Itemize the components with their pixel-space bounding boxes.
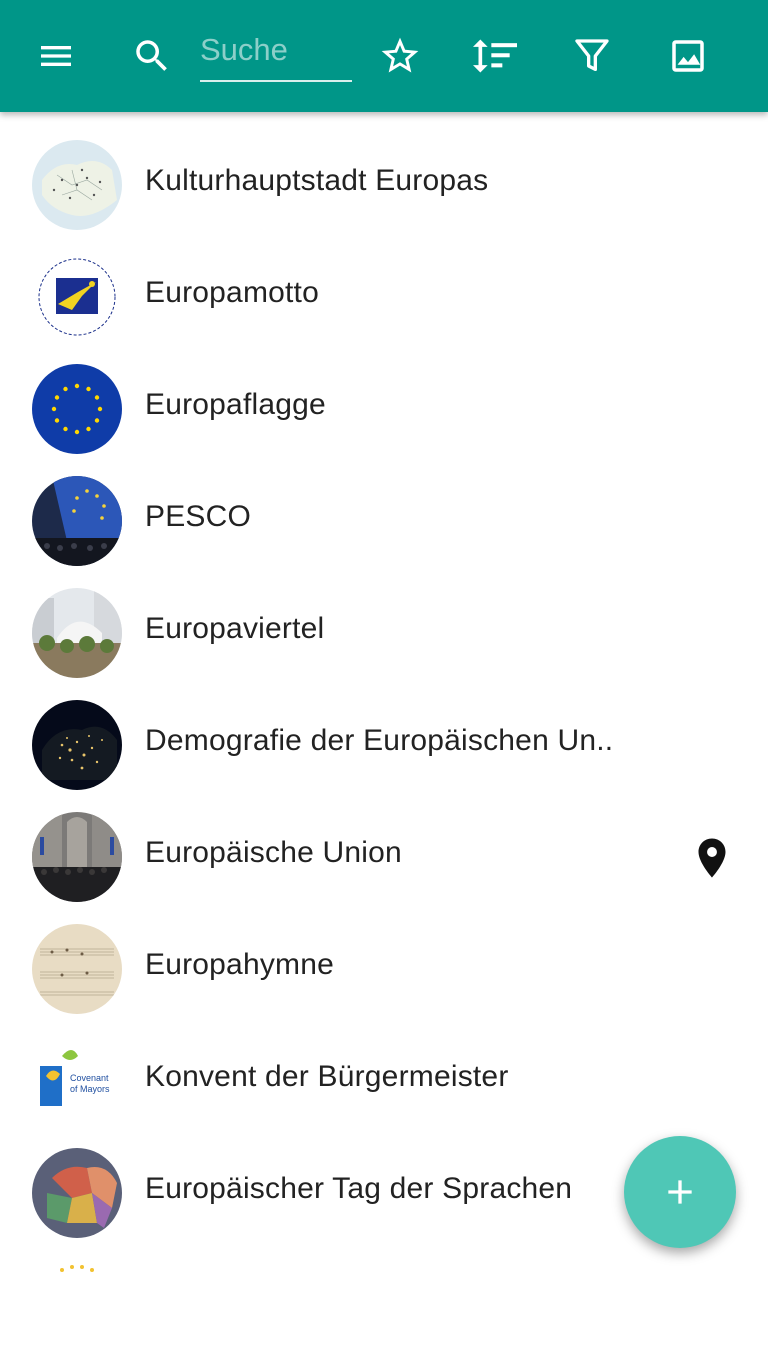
list-item-label: Europamotto	[145, 276, 319, 309]
group-photo	[32, 812, 122, 902]
sheet-music	[32, 924, 122, 1014]
list-item-label: Konvent der Bürgermeister	[145, 1060, 509, 1093]
building-photo	[32, 588, 122, 678]
europe-night-lights	[32, 700, 122, 790]
list-item-label: Europahymne	[145, 948, 334, 981]
search-input[interactable]	[200, 26, 352, 74]
list-item-label: Europaviertel	[145, 612, 325, 645]
europe-map-thumbnail	[32, 140, 122, 230]
europe-language-map	[32, 1148, 122, 1238]
list-item[interactable]: Kulturhauptstadt Europas	[0, 112, 768, 230]
list-item[interactable]: Europaflagge	[0, 336, 768, 454]
sort-icon	[473, 39, 517, 73]
list-item[interactable]: Covenant of Mayors Konvent der Bürgermei…	[0, 1008, 768, 1126]
image-icon	[672, 40, 704, 72]
filter-icon	[575, 39, 609, 72]
image-button[interactable]	[660, 28, 716, 84]
list-item[interactable]: PESCO	[0, 448, 768, 566]
eu-flag-photo	[32, 476, 122, 566]
star-outline-icon	[381, 37, 419, 73]
list-item-label: Europäische Union	[145, 836, 402, 869]
list-item-label: Europäischer Tag der Sprachen	[145, 1172, 573, 1205]
list-item-label: Kulturhauptstadt Europas	[145, 164, 489, 197]
svg-text:Covenant: Covenant	[70, 1073, 109, 1083]
add-icon	[668, 1180, 692, 1204]
search-button[interactable]	[124, 28, 180, 84]
list-item-partial[interactable]	[0, 1232, 768, 1350]
search-icon	[136, 40, 167, 71]
list-item[interactable]: Europamotto	[0, 224, 768, 342]
menu-button[interactable]	[28, 28, 84, 84]
svg-text:of Mayors: of Mayors	[70, 1084, 110, 1094]
list-item-label: PESCO	[145, 500, 252, 533]
list-item[interactable]: Europahymne	[0, 896, 768, 1014]
search-field[interactable]	[200, 26, 352, 82]
covenant-of-mayors-logo: Covenant of Mayors	[32, 1036, 122, 1126]
menu-icon	[41, 46, 71, 66]
list-item-label: Demografie der Europäischen Un..	[145, 724, 614, 757]
app-bar	[0, 0, 768, 112]
eu-flag	[32, 364, 122, 454]
list-item[interactable]: Europäische Union	[0, 784, 768, 902]
list-item[interactable]: Demografie der Europäischen Un..	[0, 672, 768, 790]
add-button[interactable]	[624, 1136, 736, 1248]
location-pin-icon[interactable]	[694, 836, 730, 880]
motto-for-europe-logo	[32, 252, 122, 342]
sort-button[interactable]	[467, 28, 523, 84]
list-item[interactable]: Europaviertel	[0, 560, 768, 678]
list-item-label: Europaflagge	[145, 388, 326, 421]
favorites-button[interactable]	[372, 28, 428, 84]
filter-button[interactable]	[564, 28, 620, 84]
partial-thumbnail	[32, 1260, 122, 1350]
